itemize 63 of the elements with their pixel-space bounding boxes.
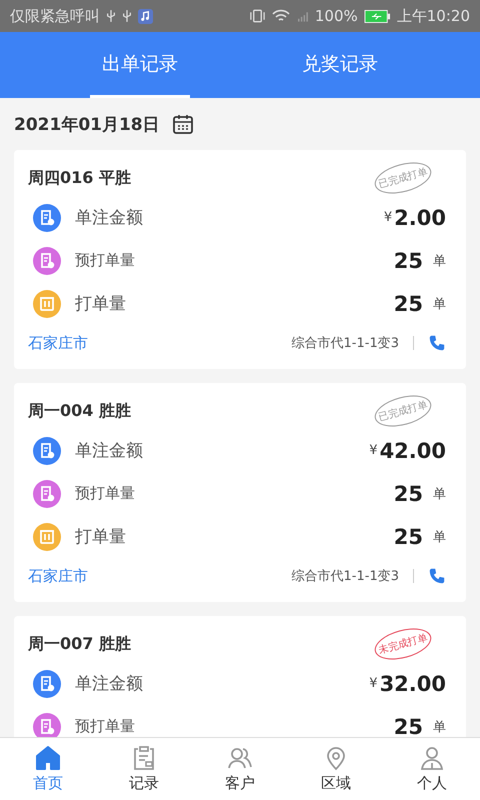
agent-name: 综合市代1-1-1变3: [292, 335, 399, 352]
order-title: 周一007 胜胜: [28, 634, 131, 654]
status-text: 仅限紧急呼叫: [10, 6, 100, 26]
row-label: 预打单量: [75, 251, 135, 270]
row-label: 单注金额: [75, 207, 143, 229]
music-icon: [138, 8, 153, 24]
city-link[interactable]: 石家庄市: [28, 334, 88, 352]
usb-icon: [106, 9, 116, 23]
tab[interactable]: 兑奖记录: [290, 32, 390, 98]
calendar-icon[interactable]: [172, 113, 194, 135]
people-icon: [227, 745, 253, 771]
date-label: 2021年01月18日: [14, 114, 160, 136]
row-value: 2.00: [394, 206, 446, 230]
agent-name: 综合市代1-1-1变3: [292, 568, 399, 585]
unit-label: 单: [433, 296, 446, 312]
nav-item[interactable]: 个人: [384, 738, 480, 800]
nav-item[interactable]: 客户: [192, 738, 288, 800]
row-value: 25: [394, 292, 423, 316]
row-label: 预打单量: [75, 717, 135, 736]
row-label: 单注金额: [75, 673, 143, 695]
currency-symbol: ¥: [384, 210, 392, 225]
receipt-icon: [33, 670, 61, 698]
document-clock-icon: [33, 246, 61, 274]
row-value: 25: [394, 524, 423, 548]
row-value: 32.00: [380, 672, 446, 696]
battery-percent: 100%: [314, 7, 358, 25]
row-label: 预打单量: [75, 484, 135, 503]
unit-label: 单: [433, 486, 446, 502]
nav-item[interactable]: 区域: [288, 738, 384, 800]
currency-symbol: ¥: [369, 676, 378, 691]
row-value: 42.00: [380, 438, 446, 462]
unit-label: 单: [433, 252, 446, 270]
status-time: 上午10:20: [396, 6, 470, 26]
phone-icon[interactable]: [428, 567, 446, 585]
document-clock-icon: [33, 480, 61, 508]
usb-icon: [122, 9, 132, 23]
wifi-icon: [272, 9, 290, 23]
phone-icon[interactable]: [428, 334, 446, 352]
row-value: 25: [394, 248, 423, 272]
row-label: 打单量: [75, 293, 126, 315]
nav-item[interactable]: 首页: [0, 738, 96, 800]
unit-label: 单: [433, 718, 446, 736]
vibrate-icon: [248, 9, 266, 23]
row-label: 单注金额: [75, 440, 143, 462]
nav-item[interactable]: 记录: [96, 738, 192, 800]
city-link[interactable]: 石家庄市: [28, 566, 88, 586]
order-card[interactable]: 周四016 平胜 已完成打单 单注金额 ¥2.00 预打单量 25 单 打单量 25 单 石家庄市 综合市代1-1-1变3: [14, 150, 466, 369]
row-value: 25: [394, 714, 423, 737]
clipboard-icon: [131, 745, 157, 771]
row-value: 25: [394, 482, 423, 506]
currency-symbol: ¥: [369, 443, 378, 458]
order-card[interactable]: 周一007 胜胜 未完成打单 单注金额 ¥32.00 预打单量 25 单: [14, 616, 466, 737]
receipt-icon: [33, 204, 61, 232]
battery-icon: [364, 10, 391, 22]
row-label: 打单量: [75, 526, 126, 548]
unit-label: 单: [433, 528, 446, 546]
tab[interactable]: 出单记录: [90, 32, 190, 98]
receipt-icon: [33, 436, 61, 464]
order-title: 周一004 胜胜: [28, 400, 131, 422]
order-card[interactable]: 周一004 胜胜 已完成打单 单注金额 ¥42.00 预打单量 25 单 打单量 25 单 石家庄市 综合市代1-1-1变3: [14, 383, 466, 602]
home-icon: [35, 745, 61, 771]
order-title: 周四016 平胜: [28, 168, 131, 188]
person-icon: [419, 745, 445, 771]
